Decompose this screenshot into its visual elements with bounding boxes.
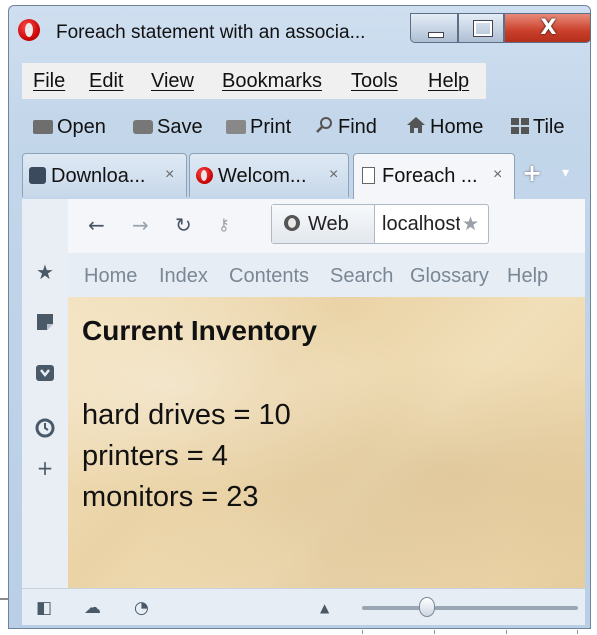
menu-file[interactable]: File	[33, 70, 65, 93]
minimize-icon	[428, 32, 444, 38]
new-tab-plus-icon[interactable]: +	[522, 159, 542, 187]
cloud-icon[interactable]: ☁	[84, 598, 101, 618]
open-button[interactable]: Open	[33, 116, 106, 139]
slider-tick	[577, 630, 578, 634]
url-text[interactable]: localhost	[382, 213, 460, 236]
menu-help[interactable]: Help	[428, 70, 469, 93]
tab-close-icon[interactable]: ×	[329, 166, 338, 184]
toolbar: Open Save Print Find Home Tile	[22, 110, 582, 148]
home-button[interactable]: Home	[406, 116, 483, 139]
panel-toggle-icon[interactable]: ◧	[36, 598, 52, 618]
menu-view[interactable]: View	[151, 70, 194, 93]
menu-edit[interactable]: Edit	[89, 70, 123, 93]
menu-tools[interactable]: Tools	[351, 70, 398, 93]
list-item: hard drives = 10	[82, 399, 291, 431]
status-bar: ◧ ☁ ◔ ▲	[22, 588, 585, 634]
downloads-icon[interactable]	[34, 363, 56, 385]
menu-bookmarks[interactable]: Bookmarks	[222, 70, 322, 93]
web-label: Web	[308, 213, 349, 235]
speed-gauge-icon[interactable]: ◔	[134, 598, 149, 618]
slider-tick	[434, 630, 435, 634]
bookmark-star-icon[interactable]: ★	[462, 213, 479, 235]
tab-label: Foreach ...	[382, 165, 478, 187]
list-item: printers = 4	[82, 440, 228, 472]
tab-welcome[interactable]: Welcom... ×	[189, 153, 349, 197]
link-index[interactable]: Index	[159, 265, 208, 288]
home-icon	[407, 117, 425, 133]
opera-logo-icon[interactable]	[18, 19, 40, 41]
bookmarks-star-icon[interactable]: ★	[34, 261, 56, 283]
forward-arrow-icon[interactable]: →	[132, 213, 149, 237]
tab-label: Welcom...	[218, 165, 307, 187]
tile-button[interactable]: Tile	[511, 116, 564, 139]
history-clock-icon[interactable]	[34, 418, 56, 440]
zoom-slider[interactable]	[362, 606, 578, 634]
magnifier-icon	[316, 117, 332, 133]
tab-label: Downloa...	[51, 165, 146, 187]
save-label: Save	[157, 116, 203, 138]
reload-icon[interactable]: ↻	[175, 213, 192, 237]
window-title: Foreach statement with an associa...	[56, 22, 366, 43]
navigation-bar: ← → ↻ ⚷ Web localhost ★	[68, 199, 585, 253]
inventory-list: hard drives = 10 printers = 4 monitors =…	[82, 395, 291, 518]
printer-icon	[226, 120, 246, 134]
add-panel-plus-icon[interactable]: +	[34, 457, 56, 479]
web-security-badge[interactable]: Web	[272, 205, 375, 243]
tab-strip: Downloa... × Welcom... × Foreach ... × +…	[22, 153, 582, 199]
menu-bar: File Edit View Bookmarks Tools Help	[22, 63, 486, 99]
find-button[interactable]: Find	[316, 116, 377, 139]
key-icon[interactable]: ⚷	[218, 215, 230, 234]
home-label: Home	[430, 116, 484, 138]
close-icon: X	[540, 15, 557, 39]
sidebar: ★ +	[22, 199, 69, 588]
print-label: Print	[250, 116, 292, 138]
page-content: Current Inventory hard drives = 10 print…	[68, 297, 585, 588]
print-button[interactable]: Print	[226, 116, 291, 139]
tab-list-chevron-icon[interactable]: ▾	[562, 165, 569, 181]
pocket-icon	[29, 167, 46, 184]
list-item: monitors = 23	[82, 481, 259, 513]
slider-tick	[362, 630, 363, 634]
notes-icon[interactable]	[34, 312, 56, 334]
link-glossary[interactable]: Glossary	[410, 265, 489, 288]
minimize-button[interactable]	[410, 13, 458, 43]
tab-close-icon[interactable]: ×	[493, 166, 502, 184]
folder-icon	[33, 120, 53, 134]
link-home[interactable]: Home	[84, 265, 137, 288]
link-help[interactable]: Help	[507, 265, 548, 288]
save-button[interactable]: Save	[133, 116, 203, 139]
opera-globe-icon	[284, 215, 300, 231]
maximize-button[interactable]	[458, 13, 504, 43]
tab-foreach[interactable]: Foreach ... ×	[353, 153, 515, 199]
zoom-slider-thumb[interactable]	[418, 597, 435, 617]
open-label: Open	[57, 116, 106, 138]
save-icon	[133, 120, 153, 134]
tile-icon	[511, 118, 529, 134]
page-icon	[362, 167, 375, 184]
find-label: Find	[338, 116, 377, 138]
link-search[interactable]: Search	[330, 265, 393, 288]
zoom-up-arrow-icon[interactable]: ▲	[320, 601, 329, 615]
tile-label: Tile	[533, 116, 565, 138]
address-bar[interactable]: Web localhost ★	[271, 204, 489, 244]
opera-icon	[196, 167, 213, 184]
maximize-icon	[473, 20, 493, 37]
back-arrow-icon[interactable]: ←	[88, 213, 105, 237]
tab-downloads[interactable]: Downloa... ×	[22, 153, 187, 197]
site-navigation-bar: Home Index Contents Search Glossary Help	[68, 253, 585, 298]
page-title: Current Inventory	[82, 315, 317, 346]
slider-tick	[506, 630, 507, 634]
link-contents[interactable]: Contents	[229, 265, 309, 288]
tab-close-icon[interactable]: ×	[165, 166, 174, 184]
close-button[interactable]: X	[504, 13, 591, 43]
title-bar[interactable]: Foreach statement with an associa... X	[8, 5, 591, 55]
